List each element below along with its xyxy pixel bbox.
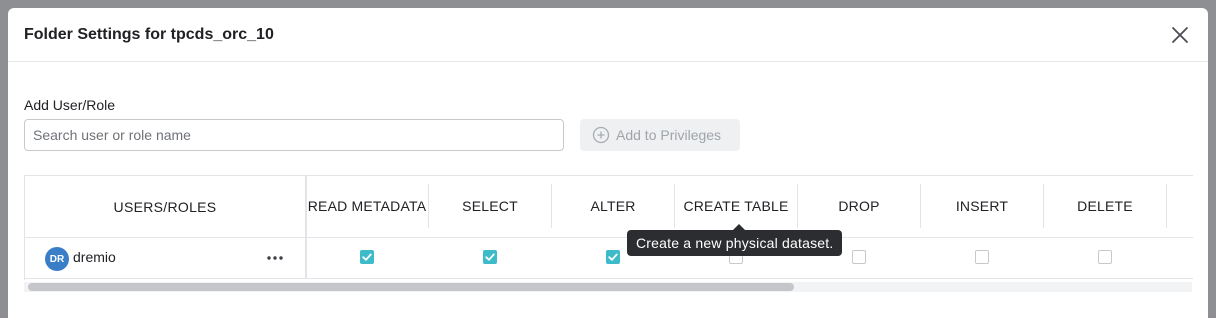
header-alter: ALTER: [552, 184, 675, 228]
privileges-table: USERS/ROLES READ METADATA SELECT ALTER C…: [24, 175, 1193, 280]
checkbox-insert[interactable]: [975, 250, 989, 264]
dialog-header: Folder Settings for tpcds_orc_10: [8, 8, 1208, 62]
add-to-privileges-label: Add to Privileges: [616, 127, 722, 143]
header-delete: DELETE: [1044, 184, 1167, 228]
user-name: dremio: [73, 249, 116, 265]
header-create-table: CREATE TABLE: [675, 184, 798, 228]
check-icon: [362, 253, 372, 261]
dialog-title: Folder Settings for tpcds_orc_10: [24, 25, 274, 43]
checkbox-alter[interactable]: [606, 250, 620, 264]
plus-circle-icon: [592, 126, 610, 144]
more-horizontal-icon[interactable]: [265, 250, 285, 266]
header-read-metadata: READ METADATA: [306, 184, 429, 228]
checkbox-select[interactable]: [483, 250, 497, 264]
tooltip: Create a new physical dataset.: [627, 230, 843, 256]
folder-settings-dialog: Folder Settings for tpcds_orc_10 Add Use…: [8, 8, 1208, 318]
check-icon: [608, 253, 618, 261]
horizontal-scrollbar-thumb[interactable]: [28, 283, 794, 291]
header-insert: INSERT: [921, 184, 1044, 228]
checkbox-drop[interactable]: [852, 250, 866, 264]
row-divider: [25, 237, 1193, 238]
header-select: SELECT: [429, 184, 552, 228]
search-user-role-input[interactable]: [24, 119, 564, 151]
header-drop: DROP: [798, 184, 921, 228]
avatar: DR: [45, 247, 69, 271]
close-icon[interactable]: [1170, 25, 1190, 45]
row-divider: [25, 278, 1193, 279]
add-user-role-label: Add User/Role: [24, 97, 116, 113]
checkbox-read-metadata[interactable]: [360, 250, 374, 264]
checkbox-delete[interactable]: [1098, 250, 1112, 264]
users-roles-header: USERS/ROLES: [113, 198, 217, 215]
check-icon: [485, 253, 495, 261]
add-to-privileges-button[interactable]: Add to Privileges: [580, 119, 740, 151]
